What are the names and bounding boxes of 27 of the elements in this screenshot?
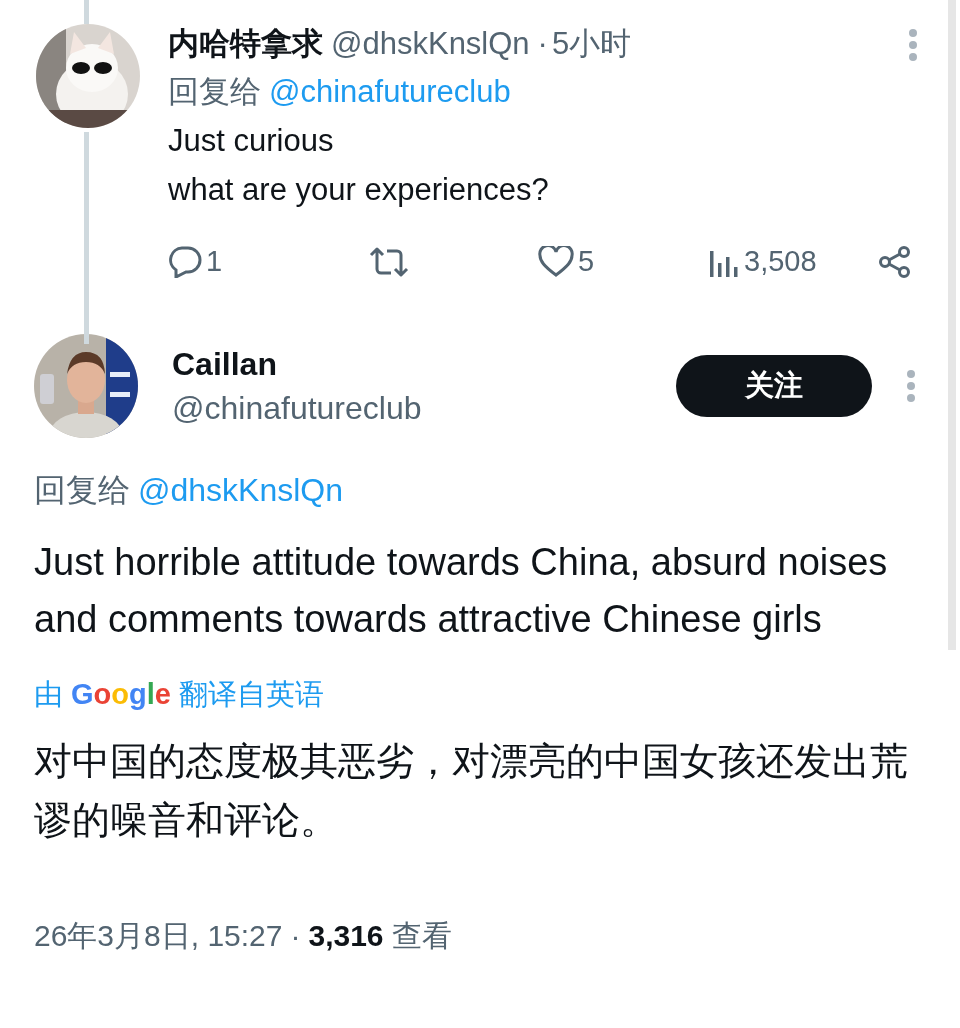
share-icon[interactable] xyxy=(878,244,912,279)
timestamp: 26年3月8日, 15:27 xyxy=(34,917,283,954)
reply-label: 回复给 xyxy=(168,73,261,111)
retweet-icon[interactable] xyxy=(368,245,410,278)
action-count: 3,508 xyxy=(744,244,817,279)
user-handle: @dhskKnslQn xyxy=(331,25,530,63)
separator-dot: · xyxy=(290,917,301,954)
translation-prefix: 由 xyxy=(34,676,63,712)
follow-button[interactable]: 关注 xyxy=(676,354,872,417)
tweet-text: Just horrible attitude towards China, absurd noises and comments towards attractive Chinese girls xyxy=(34,539,889,642)
action-count: 1 xyxy=(206,244,223,279)
views-count: 3,316 xyxy=(308,917,384,954)
translated-text: 对中国的态度极其恶劣，对漂亮的中国女孩还发出荒谬的噪音和评论。 xyxy=(34,738,909,843)
separator-dot: · xyxy=(537,25,548,63)
timestamp: 5小时 xyxy=(551,25,632,63)
tweet-text: what are your experiences? xyxy=(168,171,550,209)
display-name[interactable]: Caillan xyxy=(172,341,676,386)
action-count: 5 xyxy=(578,244,595,279)
google-logo: Google xyxy=(71,676,171,712)
reply-label: 回复给 xyxy=(34,470,130,510)
tweet-text: Just curious xyxy=(168,122,335,160)
user-handle: @chinafutureclub xyxy=(172,388,423,428)
reply-icon[interactable] xyxy=(168,245,202,278)
scrollbar[interactable] xyxy=(948,0,956,650)
views-label: 查看 xyxy=(391,917,452,954)
heart-icon[interactable] xyxy=(538,245,574,278)
display-name[interactable]: 内哈特拿求 xyxy=(168,24,323,64)
